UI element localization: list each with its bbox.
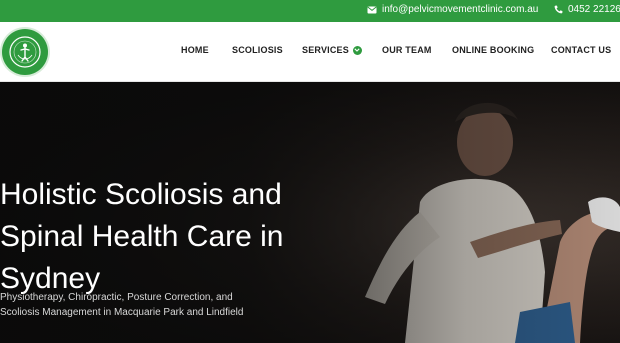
nav-scoliosis-label: SCOLIOSIS (232, 45, 283, 55)
nav-services[interactable]: SERVICES (302, 45, 362, 55)
top-contact-bar: info@pelvicmovementclinic.com.au 0452 22… (0, 0, 620, 22)
hero-heading: Holistic Scoliosis and Spinal Health Car… (0, 178, 284, 295)
chevron-down-icon (352, 45, 362, 55)
phone-link[interactable]: 0452 221262 (554, 4, 620, 15)
hero-subheading: Physiotherapy, Chiropractic, Posture Cor… (0, 292, 244, 318)
phone-text: 0452 221262 (568, 4, 620, 15)
nav-our-team-label: OUR TEAM (382, 45, 432, 55)
site-header: HOME SCOLIOSIS SERVICES OUR TEAM ONLINE … (0, 22, 620, 82)
phone-icon (554, 5, 563, 14)
nav-home-label: HOME (181, 45, 209, 55)
envelope-icon (367, 6, 377, 13)
main-nav: HOME SCOLIOSIS SERVICES OUR TEAM ONLINE … (0, 22, 620, 82)
nav-scoliosis[interactable]: SCOLIOSIS (232, 45, 283, 55)
nav-online-booking-label: ONLINE BOOKING (452, 45, 535, 55)
nav-home[interactable]: HOME (181, 45, 209, 55)
nav-online-booking[interactable]: ONLINE BOOKING (452, 45, 534, 55)
email-text: info@pelvicmovementclinic.com.au (382, 4, 539, 15)
email-link[interactable]: info@pelvicmovementclinic.com.au (367, 4, 538, 15)
nav-contact-us-label: CONTACT US (551, 45, 612, 55)
hero-banner: Holistic Scoliosis and Spinal Health Car… (0, 82, 620, 343)
nav-our-team[interactable]: OUR TEAM (382, 45, 432, 55)
nav-contact-us[interactable]: CONTACT US (551, 45, 611, 55)
nav-services-label: SERVICES (302, 45, 349, 55)
